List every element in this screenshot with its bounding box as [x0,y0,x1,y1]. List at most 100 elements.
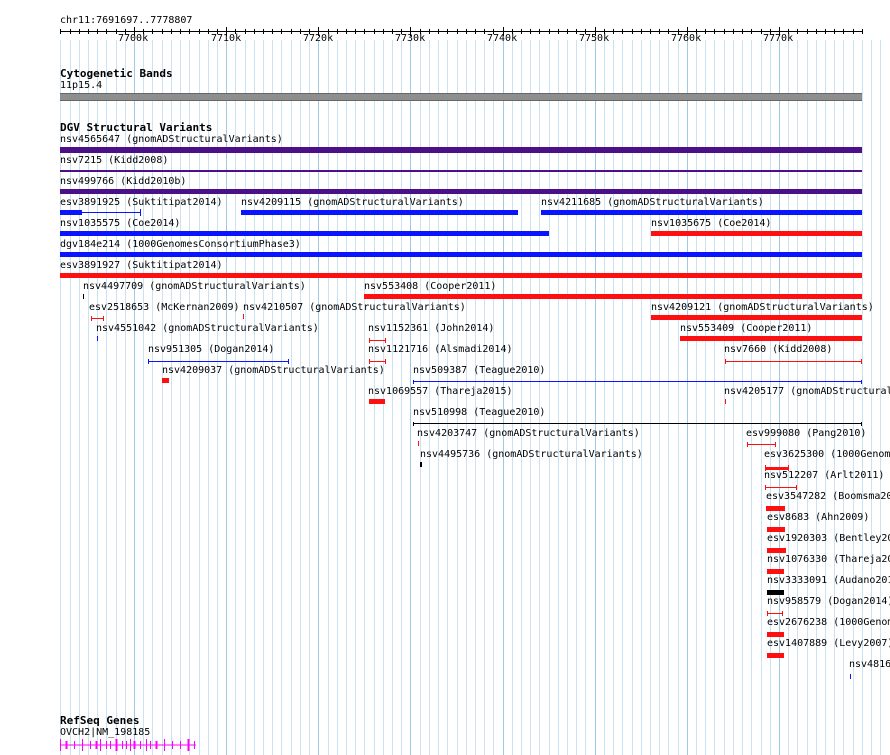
dgv-feature-label: nsv1152361 (John2014) [368,323,495,334]
dgv-feature-cap [725,359,726,364]
dgv-feature-line[interactable] [369,361,386,362]
dgv-feature-line[interactable] [148,361,289,362]
dgv-feature-bar[interactable] [60,273,862,278]
dgv-feature-label: nsv4551042 (gnomADStructuralVariants) [96,323,319,334]
dgv-feature-bar[interactable] [162,378,169,383]
ruler-tick-label: 7710k [211,33,242,44]
refseq-gene-glyph[interactable] [60,738,200,752]
dgv-feature-line[interactable] [767,613,783,614]
browser-grid [60,40,881,755]
dgv-feature-line[interactable] [413,381,862,382]
dgv-feature-bar[interactable] [766,506,785,511]
dgv-feature-cap [765,485,766,490]
dgv-feature-label: esv8683 (Ahn2009) [767,512,870,523]
dgv-feature-bar[interactable] [651,231,862,236]
dgv-feature-bar[interactable] [97,336,98,341]
dgv-feature-label: nsv4565647 (gnomADStructuralVariants) [60,134,283,145]
dgv-feature-cap [148,359,149,364]
dgv-feature-label: nsv4209115 (gnomADStructuralVariants) [241,197,464,208]
dgv-feature-bar[interactable] [83,294,84,299]
dgv-feature-label: nsv4210507 (gnomADStructuralVariants) [243,302,466,313]
dgv-feature-label: nsv4209121 (gnomADStructuralVariants) [651,302,874,313]
dgv-feature-bar[interactable] [767,527,785,532]
dgv-feature-label: esv1407889 (Levy2007) [767,638,890,649]
cytoband-track-title: Cytogenetic Bands [60,67,173,80]
dgv-feature-bar[interactable] [364,294,862,299]
dgv-feature-bar[interactable] [241,210,518,215]
dgv-feature-label: nsv958579 (Dogan2014) [767,596,890,607]
dgv-feature-cap [413,380,414,384]
dgv-feature-bar[interactable] [541,210,862,215]
dgv-feature-label: esv999080 (Pang2010) [746,428,867,439]
dgv-feature-bar[interactable] [767,548,786,553]
dgv-feature-bar[interactable] [767,632,784,637]
dgv-feature-bar[interactable] [60,210,82,215]
dgv-feature-line[interactable] [747,444,776,445]
ruler-tick-label: 7770k [763,33,794,44]
dgv-feature-label: nsv510998 (Teague2010) [413,407,546,418]
dgv-feature-bar[interactable] [420,462,422,467]
dgv-feature-bar[interactable] [767,590,784,595]
dgv-feature-label: nsv7660 (Kidd2008) [724,344,833,355]
dgv-feature-label: nsv553409 (Cooper2011) [680,323,813,334]
dgv-feature-cap [140,209,141,216]
dgv-feature-label: nsv553408 (Cooper2011) [364,281,497,292]
dgv-feature-label: nsv951305 (Dogan2014) [148,344,275,355]
dgv-feature-label: nsv1035575 (Coe2014) [60,218,181,229]
dgv-feature-bar[interactable] [60,189,862,194]
dgv-feature-cap [91,316,92,321]
dgv-feature-label: nsv4816 [849,659,890,670]
dgv-feature-cap [796,485,797,490]
ruler-tick-label: 7700k [118,33,149,44]
dgv-feature-cap [861,422,862,426]
dgv-track-title: DGV Structural Variants [60,121,213,134]
dgv-feature-cap [288,359,289,364]
dgv-feature-cap [385,359,386,364]
dgv-feature-label: nsv4497709 (gnomADStructuralVariants) [83,281,306,292]
ruler-tick-label: 7720k [303,33,334,44]
dgv-feature-bar[interactable] [60,252,862,257]
dgv-feature-label: nsv4495736 (gnomADStructuralVariants) [420,449,643,460]
dgv-feature-label: nsv1069557 (Thareja2015) [368,386,513,397]
dgv-feature-line[interactable] [413,423,862,424]
cytoband-bar[interactable] [60,93,862,101]
dgv-feature-line[interactable] [725,361,862,362]
dgv-feature-bar[interactable] [243,314,244,319]
dgv-feature-label: dgv184e214 (1000GenomesConsortiumPhase3) [60,239,301,250]
dgv-feature-line[interactable] [369,340,386,341]
dgv-feature-label: esv3891927 (Suktitipat2014) [60,260,223,271]
dgv-feature-bar[interactable] [725,399,726,404]
dgv-feature-cap [861,359,862,364]
refseq-track-title: RefSeq Genes [60,714,140,727]
dgv-feature-cap [103,316,104,321]
dgv-feature-cap [775,442,776,447]
dgv-feature-label: nsv499766 (Kidd2010b) [60,176,187,187]
dgv-feature-bar[interactable] [60,231,549,236]
ruler-tick-label: 7760k [671,33,702,44]
dgv-feature-cap [747,442,748,447]
dgv-feature-label: esv3625300 (1000Genom [764,449,890,460]
dgv-feature-cap [369,359,370,364]
dgv-feature-cap [369,338,370,343]
dgv-feature-cap [767,611,768,616]
dgv-feature-bar[interactable] [850,674,851,679]
dgv-feature-bar[interactable] [767,653,784,658]
dgv-feature-bar[interactable] [651,315,862,320]
dgv-feature-bar[interactable] [60,147,862,153]
dgv-feature-label: nsv7215 (Kidd2008) [60,155,169,166]
dgv-feature-line[interactable] [765,487,797,488]
cytoband-label: 11p15.4 [60,80,103,91]
dgv-feature-cap [861,380,862,384]
dgv-feature-bar[interactable] [418,441,419,446]
dgv-feature-label: nsv1076330 (Thareja20 [767,554,890,565]
dgv-feature-label: esv3891925 (Suktitipat2014) [60,197,223,208]
dgv-feature-bar[interactable] [369,399,385,404]
dgv-feature-bar[interactable] [680,336,862,341]
dgv-feature-label: nsv509387 (Teague2010) [413,365,546,376]
dgv-feature-label: nsv4209037 (gnomADStructuralVariants) [162,365,385,376]
dgv-feature-label: esv1920303 (Bentley20 [767,533,890,544]
dgv-feature-extent[interactable] [82,212,140,213]
dgv-feature-bar[interactable] [60,170,862,172]
dgv-feature-bar[interactable] [767,569,784,574]
dgv-feature-label: esv2518653 (McKernan2009) [89,302,240,313]
